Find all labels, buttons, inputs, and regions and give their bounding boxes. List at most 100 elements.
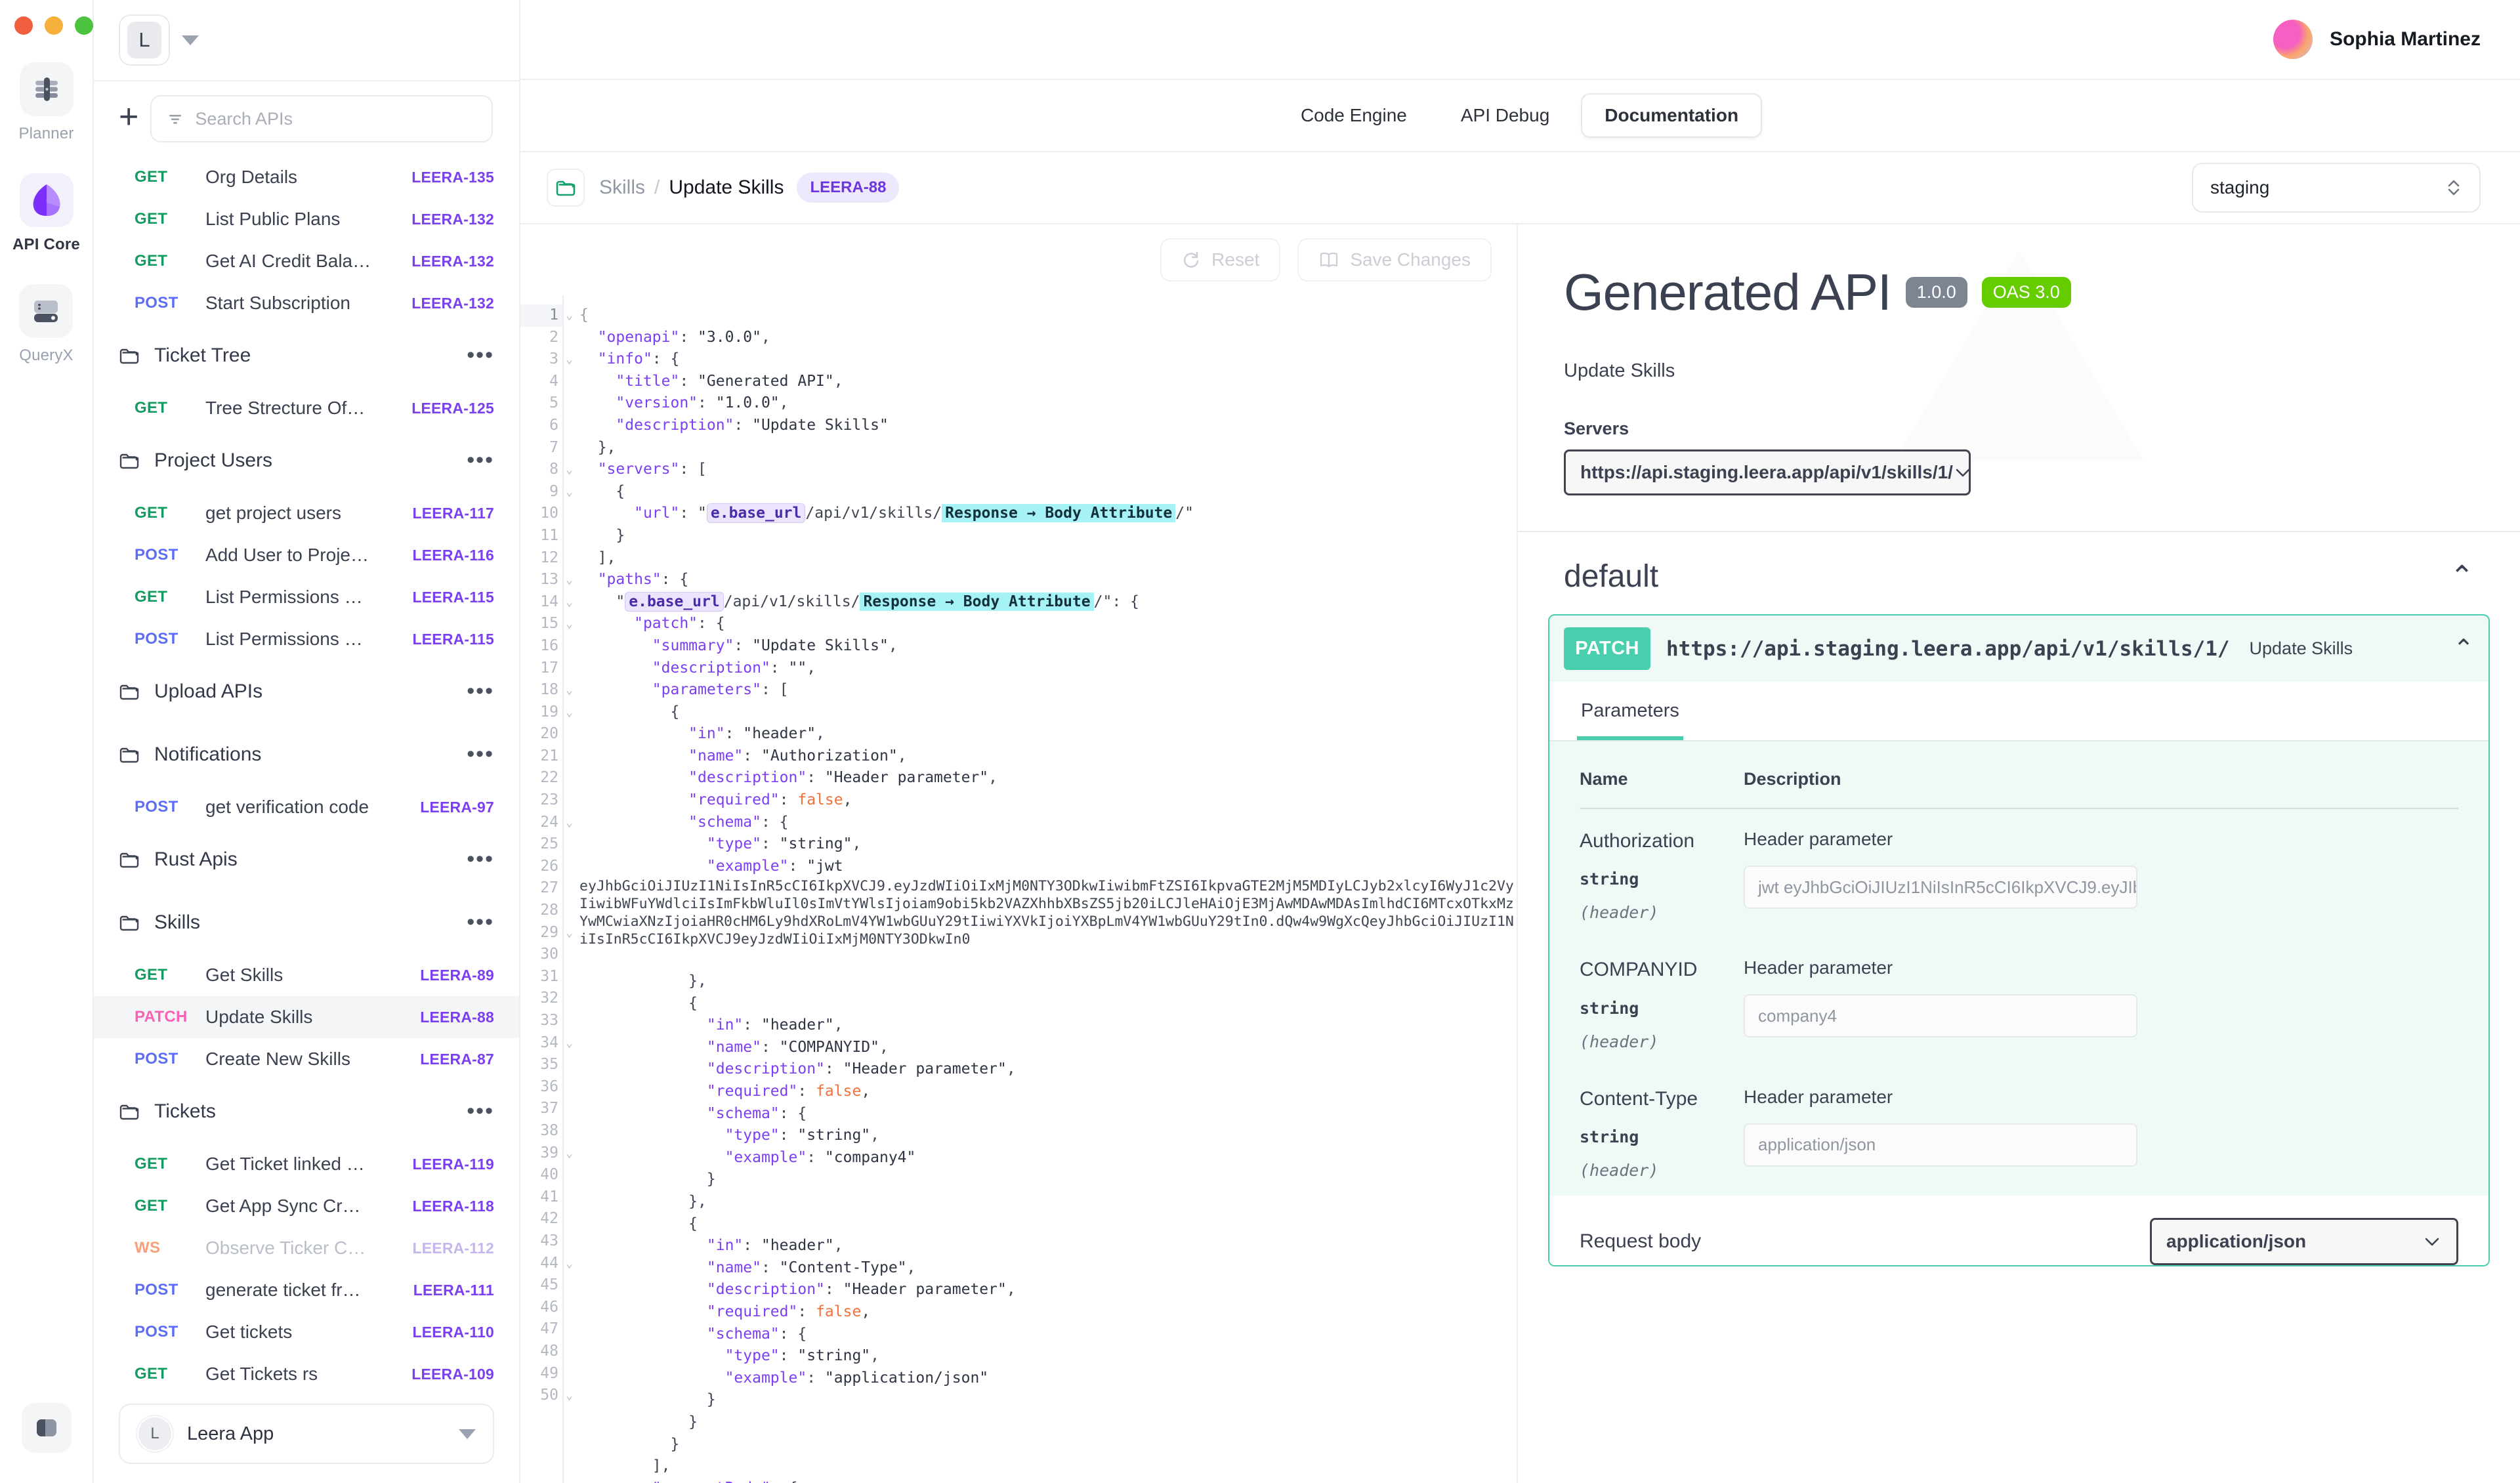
folder-row[interactable]: Tickets •••: [94, 1080, 519, 1143]
json-spec-code[interactable]: { "openapi": "3.0.0", "info": { "title":…: [562, 295, 1517, 1483]
api-list-item[interactable]: POST Add User to Proje… LEERA-116: [94, 534, 519, 576]
api-list-item[interactable]: POST get verification code LEERA-97: [94, 786, 519, 828]
close-window-button[interactable]: [14, 16, 33, 35]
user-menu[interactable]: Sophia Martinez: [2273, 20, 2481, 59]
api-list-item[interactable]: POST List Permissions … LEERA-115: [94, 618, 519, 660]
oas-badge: OAS 3.0: [1981, 277, 2071, 308]
fold-toggle-icon[interactable]: ⌄: [566, 459, 573, 481]
folder-menu-button[interactable]: •••: [467, 848, 494, 870]
server-select[interactable]: https://api.staging.leera.app/api/v1/ski…: [1564, 449, 1971, 495]
api-code: LEERA-87: [420, 1050, 494, 1068]
api-list-item[interactable]: GET Tree Strecture Of… LEERA-125: [94, 387, 519, 429]
api-list-item[interactable]: POST Start Subscription LEERA-132: [94, 282, 519, 324]
chevron-down-icon[interactable]: [182, 35, 199, 45]
fold-toggle-icon[interactable]: ⌄: [566, 1253, 573, 1275]
editor-toolbar: Reset Save Changes: [520, 224, 1517, 295]
api-code: LEERA-135: [411, 168, 494, 186]
tab-code-engine[interactable]: Code Engine: [1278, 94, 1429, 136]
fold-toggle-icon[interactable]: ⌄: [566, 1385, 573, 1407]
save-changes-button[interactable]: Save Changes: [1297, 238, 1492, 282]
request-body-type-select[interactable]: application/json: [2150, 1218, 2458, 1266]
reset-button[interactable]: Reset: [1160, 238, 1281, 282]
folder-row[interactable]: Rust Apis •••: [94, 828, 519, 891]
fold-toggle-icon[interactable]: ⌄: [566, 304, 573, 327]
api-name: generate ticket fr…: [205, 1280, 361, 1300]
folder-row[interactable]: Skills •••: [94, 891, 519, 954]
folder-row[interactable]: Project Users •••: [94, 429, 519, 492]
parameter-input[interactable]: company4: [1744, 994, 2137, 1038]
fold-toggle-icon[interactable]: ⌄: [566, 1142, 573, 1165]
fold-toggle-icon[interactable]: ⌄: [566, 591, 573, 614]
fold-toggle-icon[interactable]: ⌄: [566, 922, 573, 944]
api-list-item[interactable]: GET List Permissions … LEERA-115: [94, 576, 519, 618]
operation-tabs: Parameters: [1549, 682, 2488, 742]
fold-toggle-icon[interactable]: ⌄: [566, 701, 573, 724]
chevron-up-icon[interactable]: ⌃: [2453, 637, 2474, 661]
api-list-item[interactable]: POST Get tickets LEERA-110: [94, 1311, 519, 1353]
spec-editor-pane: Reset Save Changes 1 ⌄ 2 3 ⌄ 4 5 6 7 8 ⌄ 9 ⌄ 10 11 1: [520, 224, 1518, 1483]
folder-menu-button[interactable]: •••: [467, 680, 494, 702]
api-list-item[interactable]: GET Get Skills LEERA-89: [94, 954, 519, 996]
operation-header[interactable]: PATCH https://api.staging.leera.app/api/…: [1549, 616, 2488, 682]
parameter-location: (header): [1580, 903, 1659, 923]
folder-menu-button[interactable]: •••: [467, 1100, 494, 1122]
minimize-window-button[interactable]: [45, 16, 63, 35]
rail-item-api-core[interactable]: API Core: [12, 173, 80, 254]
line-number: 33: [540, 1012, 558, 1029]
code-editor[interactable]: 1 ⌄ 2 3 ⌄ 4 5 6 7 8 ⌄ 9 ⌄ 10 11 12 13 ⌄ 14 ⌄ 15 ⌄ 16 17 18 ⌄ 19 ⌄ 20…: [520, 295, 1517, 1483]
tag-section-header[interactable]: default ⌃: [1518, 532, 2520, 614]
environment-select[interactable]: staging: [2192, 163, 2481, 213]
folder-row[interactable]: Notifications •••: [94, 723, 519, 786]
chevron-up-icon[interactable]: ⌃: [2450, 562, 2474, 591]
folder-icon: [119, 682, 140, 701]
fold-toggle-icon[interactable]: ⌄: [566, 481, 573, 503]
api-list-item[interactable]: GET Org Details LEERA-135: [94, 156, 519, 198]
api-group-list[interactable]: GET Org Details LEERA-135 GET List Public Pl…: [94, 156, 519, 1483]
search-input[interactable]: Search APIs: [150, 95, 493, 142]
folder-row[interactable]: Ticket Tree •••: [94, 324, 519, 387]
rail-item-planner[interactable]: Planner: [18, 62, 74, 143]
panel-toggle-icon[interactable]: [21, 1403, 72, 1453]
maximize-window-button[interactable]: [75, 16, 93, 35]
fold-toggle-icon[interactable]: ⌄: [566, 1032, 573, 1055]
breadcrumb-parent[interactable]: Skills: [599, 177, 645, 199]
api-list-item[interactable]: POST generate ticket fr… LEERA-111: [94, 1269, 519, 1311]
environment-value: staging: [2210, 177, 2270, 198]
api-list-item[interactable]: GET List Public Plans LEERA-132: [94, 198, 519, 240]
tag-name: default: [1564, 559, 1659, 594]
line-number: 19 ⌄: [520, 701, 573, 724]
tab-parameters[interactable]: Parameters: [1577, 682, 1683, 740]
folder-row[interactable]: Upload APIs •••: [94, 660, 519, 723]
folder-menu-button[interactable]: •••: [467, 743, 494, 765]
api-list-item[interactable]: GET Get AI Credit Bala… LEERA-132: [94, 240, 519, 282]
line-number: 12: [540, 549, 558, 566]
tab-api-debug[interactable]: API Debug: [1438, 94, 1572, 136]
search-placeholder: Search APIs: [195, 108, 293, 129]
line-number: 6: [549, 416, 558, 434]
parameter-input[interactable]: application/json: [1744, 1123, 2137, 1167]
api-list-item[interactable]: GET Get App Sync Cr… LEERA-118: [94, 1185, 519, 1227]
api-list-item[interactable]: WS Observe Ticker C… LEERA-112: [94, 1227, 519, 1269]
fold-toggle-icon[interactable]: ⌄: [566, 679, 573, 701]
workspace-select[interactable]: L Leera App: [119, 1404, 494, 1464]
workspace-switcher[interactable]: L: [94, 0, 519, 80]
api-list-item[interactable]: GET get project users LEERA-117: [94, 492, 519, 534]
fold-toggle-icon[interactable]: ⌄: [566, 348, 573, 371]
workspace-chip[interactable]: L: [119, 14, 170, 66]
api-list-item[interactable]: PATCH Update Skills LEERA-88: [94, 996, 519, 1038]
folder-menu-button[interactable]: •••: [467, 449, 494, 471]
add-api-button[interactable]: +: [119, 100, 138, 138]
fold-toggle-icon[interactable]: ⌄: [566, 613, 573, 635]
folder-menu-button[interactable]: •••: [467, 911, 494, 933]
parameter-input[interactable]: jwt eyJhbGciOiJIUzI1NiIsInR5cCI6IkpXVCJ9…: [1744, 866, 2137, 909]
tab-documentation[interactable]: Documentation: [1581, 93, 1763, 138]
line-number: 8 ⌄: [520, 459, 573, 481]
fold-toggle-icon[interactable]: ⌄: [566, 812, 573, 834]
api-list-item[interactable]: POST Create New Skills LEERA-87: [94, 1038, 519, 1080]
rail-item-queryx[interactable]: QueryX: [19, 284, 74, 365]
request-body-label: Request body: [1580, 1230, 1702, 1253]
folder-menu-button[interactable]: •••: [467, 345, 494, 366]
chevron-down-icon[interactable]: [459, 1429, 476, 1439]
api-list-item[interactable]: GET Get Ticket linked … LEERA-119: [94, 1143, 519, 1185]
fold-toggle-icon[interactable]: ⌄: [566, 569, 573, 591]
